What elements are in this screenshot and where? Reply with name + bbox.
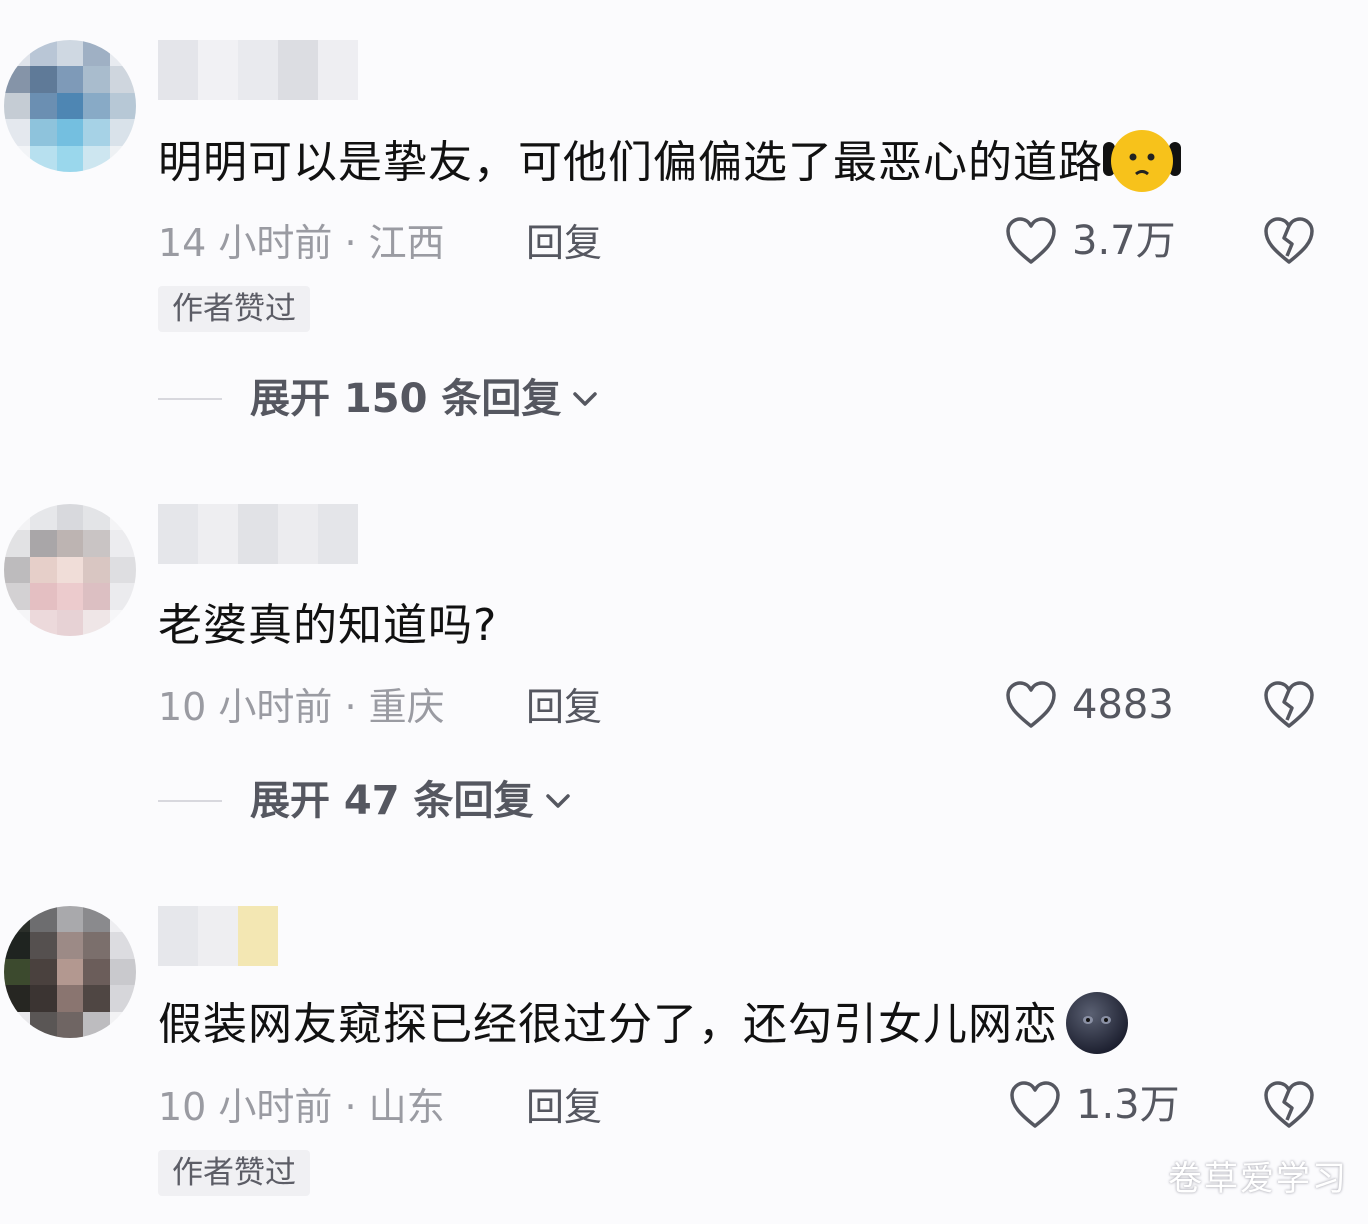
comment-text: 假装网友窥探已经很过分了，还勾引女儿网恋	[158, 992, 1130, 1060]
reply-button[interactable]: 回复	[526, 682, 602, 732]
expand-replies-button[interactable]: 展开 47 条回复	[158, 776, 572, 826]
dislike-button[interactable]	[1262, 1080, 1316, 1134]
username-blurred[interactable]	[158, 906, 278, 966]
comment-item: 假装网友窥探已经很过分了，还勾引女儿网恋 10 小时前 · 山东 回复 1.3万…	[0, 906, 1368, 1206]
like-count: 4883	[1072, 682, 1174, 728]
divider-line	[158, 800, 222, 802]
comment-time-location: 10 小时前 · 山东	[158, 1085, 445, 1129]
avatar[interactable]	[4, 504, 136, 636]
comment-text-content: 老婆真的知道吗?	[158, 600, 498, 651]
author-liked-badge: 作者赞过	[158, 1150, 310, 1196]
broken-heart-icon	[1264, 681, 1314, 728]
like-button[interactable]: 4883	[1004, 680, 1174, 730]
broken-heart-icon	[1264, 217, 1314, 264]
heart-icon	[1010, 1081, 1060, 1128]
dislike-button[interactable]	[1262, 680, 1316, 734]
dislike-button[interactable]	[1262, 216, 1316, 270]
comment-time-location: 10 小时前 · 重庆	[158, 685, 445, 729]
chevron-down-icon	[573, 392, 598, 406]
comment-item: 老婆真的知道吗? 10 小时前 · 重庆 回复 4883 展开 47 条回复	[0, 504, 1368, 834]
username-blurred[interactable]	[158, 504, 358, 564]
heart-icon	[1006, 681, 1056, 728]
chevron-down-icon	[545, 794, 570, 808]
watermark: 卷草爱学习	[1168, 1159, 1348, 1199]
author-liked-badge: 作者赞过	[158, 286, 310, 332]
broken-heart-icon	[1264, 1081, 1314, 1128]
reply-button[interactable]: 回复	[526, 218, 602, 268]
like-count: 1.3万	[1076, 1082, 1180, 1128]
like-count: 3.7万	[1072, 218, 1176, 264]
comment-time-location: 14 小时前 · 江西	[158, 221, 445, 265]
like-button[interactable]: 1.3万	[1008, 1080, 1180, 1130]
expand-replies-label: 展开 150 条回复	[250, 376, 562, 422]
avatar[interactable]	[4, 40, 136, 172]
comment-text-content: 假装网友窥探已经很过分了，还勾引女儿网恋	[158, 999, 1058, 1050]
comment-item: 明明可以是挚友，可他们偏偏选了最恶心的道路 14 小时前 · 江西 回复 3.7…	[0, 40, 1368, 430]
like-button[interactable]: 3.7万	[1004, 216, 1176, 266]
divider-line	[158, 398, 222, 400]
heart-icon	[1006, 217, 1056, 264]
expand-replies-button[interactable]: 展开 150 条回复	[158, 374, 599, 424]
comment-text: 明明可以是挚友，可他们偏偏选了最恶心的道路	[158, 130, 1181, 198]
comment-text-content: 明明可以是挚友，可他们偏偏选了最恶心的道路	[158, 137, 1103, 188]
avatar[interactable]	[4, 906, 136, 1038]
worried-face-emoji	[1103, 128, 1181, 194]
dark-face-emoji	[1064, 990, 1130, 1056]
username-blurred[interactable]	[158, 40, 358, 100]
reply-button[interactable]: 回复	[526, 1082, 602, 1132]
comment-text: 老婆真的知道吗?	[158, 596, 497, 656]
expand-replies-label: 展开 47 条回复	[250, 778, 534, 824]
